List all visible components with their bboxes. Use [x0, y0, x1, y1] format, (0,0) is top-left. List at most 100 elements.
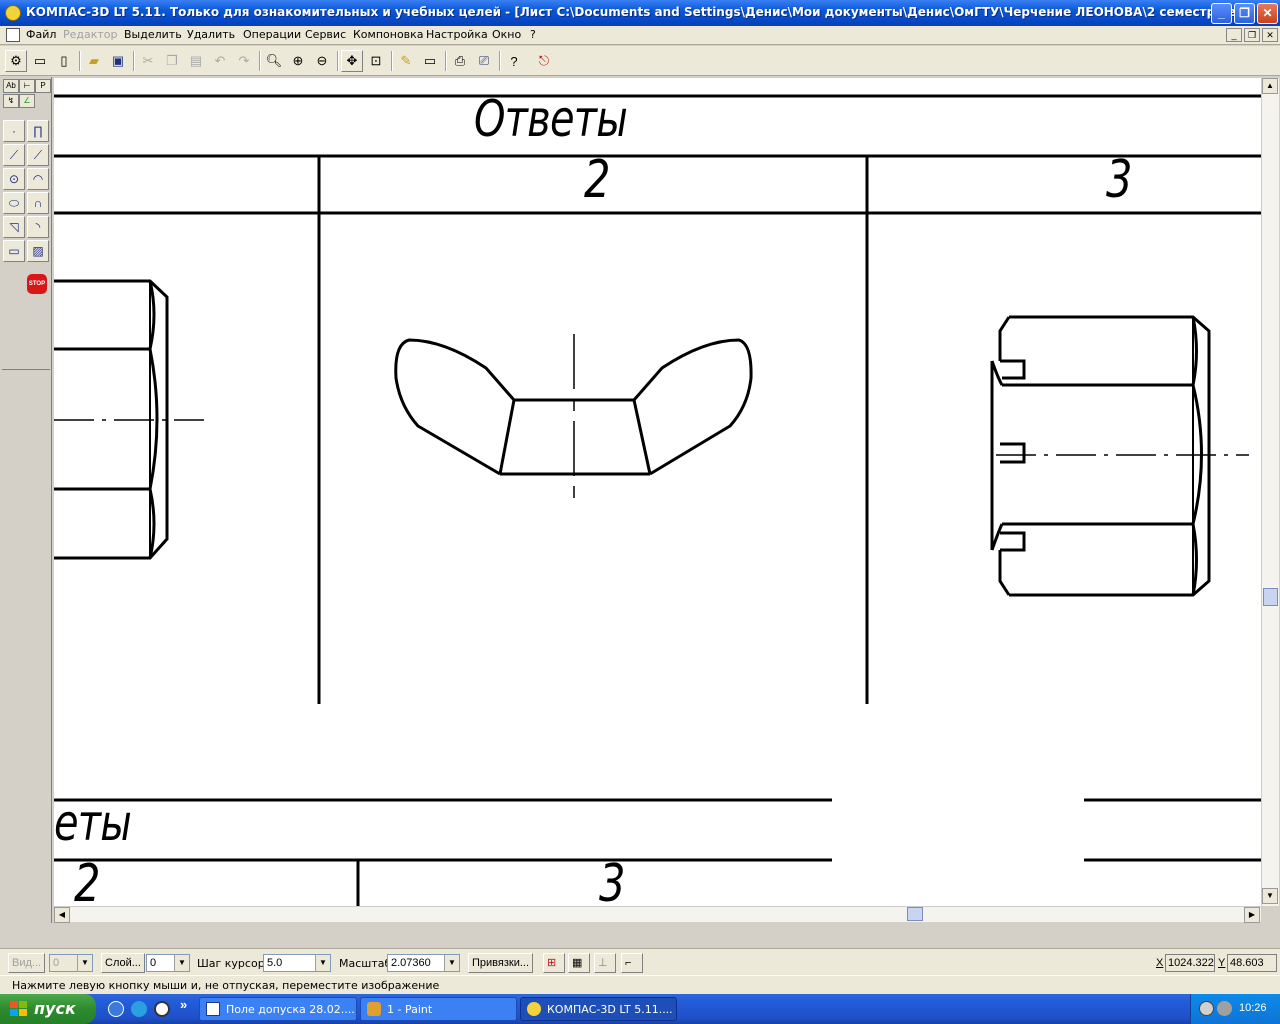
zoom-window-icon[interactable]: 🔍︎ — [263, 50, 285, 72]
doc-minimize-button[interactable]: _ — [1226, 28, 1242, 42]
layer-select[interactable]: 0 ▼ — [146, 954, 190, 972]
menu-operations[interactable]: Операции — [243, 28, 301, 41]
print-icon[interactable]: ⎚ — [473, 50, 495, 72]
cursor-step-select[interactable]: 5.0 ▼ — [263, 954, 331, 972]
word-doc-icon — [206, 1002, 220, 1016]
layer-button[interactable]: Слой... — [101, 953, 145, 973]
menu-window[interactable]: Окно — [492, 28, 521, 41]
quicklaunch-messenger-icon[interactable] — [108, 1001, 124, 1017]
layers-icon[interactable]: ▭ — [419, 50, 441, 72]
ortho-mode-icon[interactable]: ⌐ — [621, 953, 643, 973]
print-preview-icon[interactable]: ⎙ — [449, 50, 471, 72]
properties-icon[interactable]: ⚙ — [5, 50, 27, 72]
vertical-scroll-thumb[interactable] — [1263, 588, 1278, 606]
x-coord-label: X — [1156, 957, 1164, 969]
menu-delete[interactable]: Удалить — [187, 28, 235, 41]
redo-icon[interactable]: ↷ — [233, 50, 255, 72]
geometry-tools-tab[interactable]: ∠ — [19, 94, 35, 108]
doc-restore-button[interactable]: ❐ — [1244, 28, 1260, 42]
scroll-left-button[interactable]: ◀ — [54, 907, 70, 923]
bezier-tool-icon[interactable]: ∩ — [27, 192, 49, 214]
document-icon[interactable] — [6, 28, 20, 42]
auxiliary-line-icon[interactable]: ⟋ — [3, 144, 25, 166]
paste-icon[interactable]: ▤ — [185, 50, 207, 72]
quicklaunch-chevron[interactable]: » — [180, 997, 187, 1012]
view-select[interactable]: 0 ▼ — [49, 954, 93, 972]
scroll-right-button[interactable]: ▶ — [1244, 907, 1260, 923]
menu-layout[interactable]: Компоновка — [353, 28, 424, 41]
hatch-tool-icon[interactable]: ▨ — [27, 240, 49, 262]
snap-settings-icon[interactable]: ⊞ — [543, 953, 565, 973]
task-word-document[interactable]: Поле допуска 28.02.... — [199, 997, 357, 1021]
segment-tool-icon[interactable]: ⟋ — [27, 144, 49, 166]
new-document-icon[interactable]: ▯ — [53, 50, 75, 72]
scale-select[interactable]: 2.07360 ▼ — [387, 954, 460, 972]
kompas-app-icon[interactable] — [5, 5, 21, 21]
param-tools-tab[interactable]: P — [35, 79, 51, 93]
grid-icon[interactable]: ▦ — [568, 953, 590, 973]
vertical-scrollbar[interactable]: ▲ ▼ — [1261, 78, 1279, 906]
view-button[interactable]: Вид... — [8, 953, 46, 973]
quicklaunch-panda-icon[interactable] — [154, 1001, 170, 1017]
save-icon[interactable]: ▣ — [107, 50, 129, 72]
tray-back-icon[interactable] — [1199, 1001, 1214, 1016]
redraw-icon[interactable]: ✎ — [395, 50, 417, 72]
show-all-icon[interactable]: ⊡ — [365, 50, 387, 72]
rectangle-tool-icon[interactable]: ▭ — [3, 240, 25, 262]
menu-help[interactable]: ? — [530, 28, 536, 41]
fillet-tool-icon[interactable]: ◝ — [27, 216, 49, 238]
menu-settings[interactable]: Настройка — [426, 28, 488, 41]
chevron-down-icon[interactable]: ▼ — [444, 955, 459, 971]
copy-icon[interactable]: ❐ — [161, 50, 183, 72]
arc-tool-icon[interactable]: ◠ — [27, 168, 49, 190]
circle-tool-icon[interactable]: ⊙ — [3, 168, 25, 190]
ellipse-tool-icon[interactable]: ⬭ — [3, 192, 25, 214]
new-sheet-icon[interactable]: ▭ — [29, 50, 51, 72]
scale-label: Масштаб — [339, 957, 392, 970]
doc-close-button[interactable]: ✕ — [1262, 28, 1278, 42]
cut-icon[interactable]: ✂ — [137, 50, 159, 72]
menu-service[interactable]: Сервис — [305, 28, 346, 41]
menu-select[interactable]: Выделить — [124, 28, 182, 41]
zoom-in-icon[interactable]: ⊕ — [287, 50, 309, 72]
task-paint[interactable]: 1 - Paint — [360, 997, 517, 1021]
bottom-column-3-header: 3 — [599, 854, 625, 906]
exit-icon[interactable]: ⎋ — [533, 50, 555, 72]
local-cs-icon[interactable]: ⊥ — [594, 953, 616, 973]
scroll-up-button[interactable]: ▲ — [1262, 78, 1278, 94]
scroll-down-button[interactable]: ▼ — [1262, 888, 1278, 904]
chamfer-tool-icon[interactable]: ◹ — [3, 216, 25, 238]
column-2-header: 2 — [584, 150, 610, 210]
close-button[interactable]: ✕ — [1257, 3, 1278, 24]
open-folder-icon[interactable]: ▰ — [83, 50, 105, 72]
y-coord-label: Y — [1218, 957, 1226, 969]
x-coord-value: 1024.322 — [1165, 954, 1215, 972]
horizontal-scrollbar[interactable]: ◀ ▶ — [54, 906, 1261, 923]
zoom-out-icon[interactable]: ⊖ — [311, 50, 333, 72]
context-help-icon[interactable]: ? — [503, 50, 525, 72]
tray-volume-icon[interactable] — [1217, 1001, 1232, 1016]
maximize-button[interactable]: ❐ — [1234, 3, 1255, 24]
snaps-button[interactable]: Привязки... — [468, 953, 534, 973]
pan-icon[interactable]: ✥ — [341, 50, 363, 72]
text-tools-tab[interactable]: Ab — [3, 79, 19, 93]
point-tool-icon[interactable]: · — [3, 120, 25, 142]
edit-tools-tab[interactable]: ↯ — [3, 94, 19, 108]
polyline-tool-icon[interactable]: ∏ — [27, 120, 49, 142]
task-kompas[interactable]: КОМПАС-3D LT 5.11.... — [520, 997, 677, 1021]
minimize-button[interactable]: _ — [1211, 3, 1232, 24]
chevron-down-icon[interactable]: ▼ — [174, 955, 189, 971]
menu-file[interactable]: Файл — [26, 28, 56, 41]
dimension-tools-tab[interactable]: ⊢ — [19, 79, 35, 93]
quicklaunch-browser-icon[interactable] — [131, 1001, 147, 1017]
chevron-down-icon[interactable]: ▼ — [315, 955, 330, 971]
drawing-canvas[interactable]: Ответы 2 3 еты 2 3 — [54, 78, 1261, 906]
undo-icon[interactable]: ↶ — [209, 50, 231, 72]
chevron-down-icon[interactable]: ▼ — [77, 955, 92, 971]
start-button[interactable]: пуск — [0, 994, 96, 1024]
windows-flag-icon — [10, 1001, 27, 1016]
menu-editor[interactable]: Редактор — [63, 28, 118, 41]
title-bar: КОМПАС-3D LT 5.11. Только для ознакомите… — [0, 0, 1280, 26]
stop-button[interactable]: STOP — [27, 274, 49, 296]
horizontal-scroll-thumb[interactable] — [907, 907, 923, 921]
